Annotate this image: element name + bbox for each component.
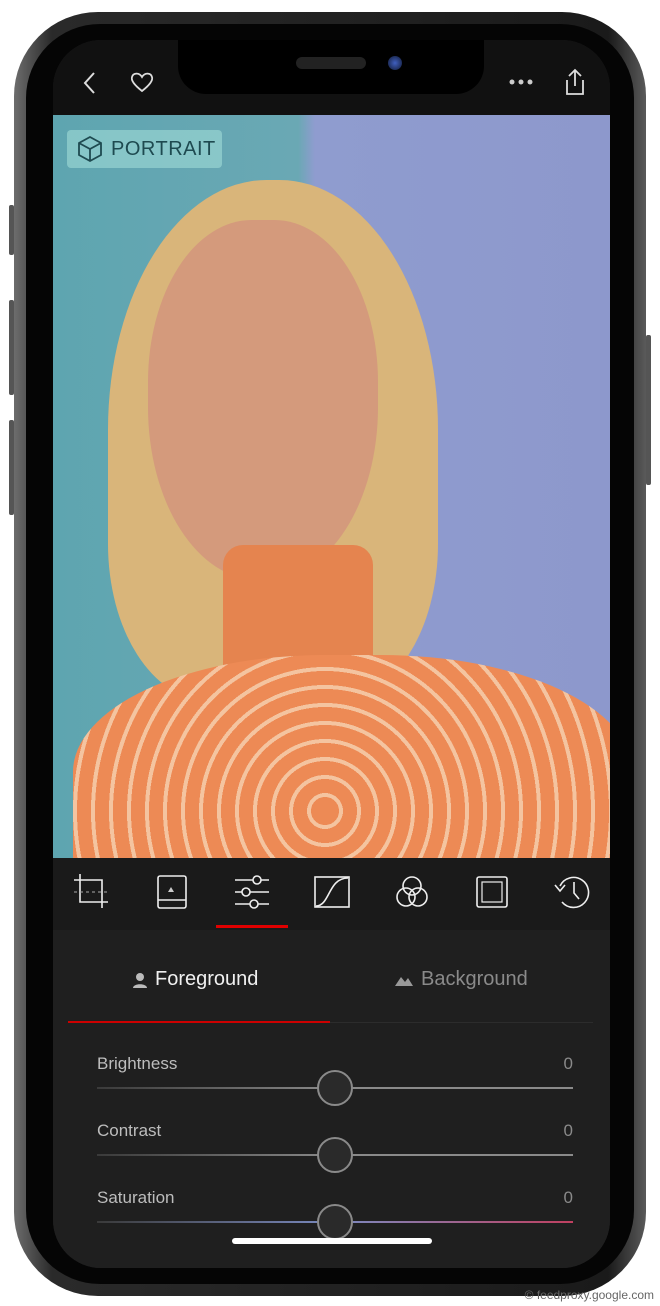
tab-foreground-label: Foreground bbox=[155, 968, 259, 990]
brightness-label: Brightness bbox=[97, 1054, 178, 1073]
vignette-icon[interactable] bbox=[472, 872, 512, 912]
curves-icon[interactable] bbox=[312, 872, 352, 912]
tab-background[interactable]: Background bbox=[395, 968, 528, 991]
camera-icon bbox=[388, 56, 402, 70]
notch bbox=[178, 40, 484, 94]
tab-background-label: Background bbox=[421, 968, 528, 990]
home-indicator[interactable] bbox=[232, 1238, 432, 1244]
volume-down-button bbox=[9, 420, 14, 515]
cube-icon bbox=[78, 135, 102, 163]
slider-knob[interactable] bbox=[317, 1137, 353, 1173]
mountain-icon bbox=[395, 976, 413, 986]
top-bar bbox=[53, 40, 610, 115]
slider-knob[interactable] bbox=[317, 1204, 353, 1240]
watermark: © feedproxy.google.com bbox=[524, 1288, 654, 1302]
history-icon[interactable] bbox=[552, 872, 592, 912]
more-icon[interactable] bbox=[508, 78, 534, 86]
side-button bbox=[646, 335, 651, 485]
crop-icon[interactable] bbox=[72, 872, 112, 912]
saturation-label: Saturation bbox=[97, 1188, 175, 1207]
tool-bar bbox=[53, 858, 610, 930]
saturation-value: 0 bbox=[563, 1188, 573, 1207]
portrait-label: PORTRAIT bbox=[111, 137, 216, 160]
color-mix-icon[interactable] bbox=[392, 872, 432, 912]
chevron-left-icon[interactable] bbox=[81, 70, 99, 96]
mute-switch bbox=[9, 205, 14, 255]
portrait-photo[interactable]: PORTRAIT bbox=[53, 115, 610, 858]
active-tab-indicator bbox=[68, 1021, 330, 1023]
share-icon[interactable] bbox=[563, 68, 587, 96]
tab-foreground[interactable]: Foreground bbox=[133, 968, 258, 991]
portrait-badge[interactable]: PORTRAIT bbox=[67, 130, 222, 168]
contrast-label: Contrast bbox=[97, 1121, 162, 1140]
volume-up-button bbox=[9, 300, 14, 395]
adjust-sliders-icon[interactable] bbox=[232, 872, 272, 912]
image-frame-icon[interactable] bbox=[152, 872, 192, 912]
slider-knob[interactable] bbox=[317, 1070, 353, 1106]
person-icon bbox=[133, 972, 147, 988]
active-tool-indicator bbox=[216, 925, 288, 928]
brightness-value: 0 bbox=[563, 1054, 573, 1073]
app-screen: PORTRAIT Foreground Background Brightnes… bbox=[53, 40, 610, 1268]
adjustments-panel: Foreground Background Brightness 0 Contr… bbox=[53, 930, 610, 1268]
contrast-value: 0 bbox=[563, 1121, 573, 1140]
heart-icon[interactable] bbox=[129, 70, 155, 94]
